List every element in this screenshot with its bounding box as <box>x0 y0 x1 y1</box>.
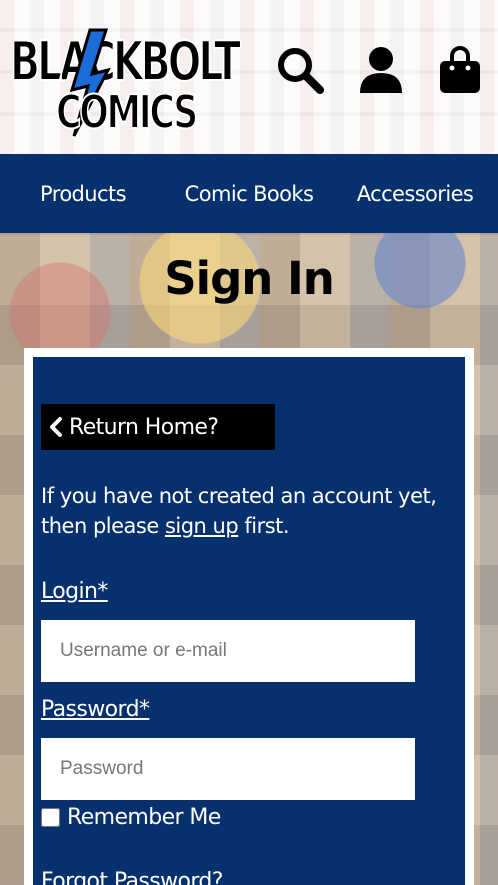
signup-link[interactable]: sign up <box>165 514 239 538</box>
blackbolt-logo[interactable]: BLACKBOLT COMICS <box>6 20 242 138</box>
forgot-password-link[interactable]: Forgot Password? <box>41 869 223 885</box>
signup-prompt-suffix: first. <box>238 514 290 538</box>
signin-card: Return Home? If you have not created an … <box>33 357 465 885</box>
nav-item-products[interactable]: Products <box>0 182 166 206</box>
signup-prompt: If you have not created an account yet, … <box>41 481 461 541</box>
logo-text-line1: BLACKBOLT <box>10 30 241 93</box>
remember-me[interactable]: Remember Me <box>41 805 221 830</box>
login-input[interactable] <box>41 620 415 682</box>
account-button[interactable] <box>353 40 409 100</box>
search-icon <box>278 48 324 94</box>
remember-me-label: Remember Me <box>67 805 221 830</box>
main-nav: Products Comic Books Accessories <box>0 154 498 233</box>
logo-text-line2: COMICS <box>56 85 196 138</box>
nav-item-accessories[interactable]: Accessories <box>332 182 498 206</box>
search-button[interactable] <box>272 40 328 100</box>
cart-button[interactable] <box>432 40 488 100</box>
shopping-bag-icon <box>440 46 480 93</box>
site-header: BLACKBOLT COMICS <box>0 0 498 154</box>
password-label: Password* <box>41 697 150 722</box>
return-home-button[interactable]: Return Home? <box>41 404 275 450</box>
password-input[interactable] <box>41 738 415 800</box>
login-label: Login* <box>41 579 108 604</box>
signin-card-frame: Return Home? If you have not created an … <box>24 348 474 885</box>
account-icon <box>360 47 402 93</box>
chevron-left-icon <box>49 416 63 438</box>
remember-me-checkbox[interactable] <box>41 808 60 827</box>
page-title: Sign In <box>164 252 335 305</box>
nav-item-comic-books[interactable]: Comic Books <box>166 182 332 206</box>
return-home-label: Return Home? <box>69 414 219 440</box>
